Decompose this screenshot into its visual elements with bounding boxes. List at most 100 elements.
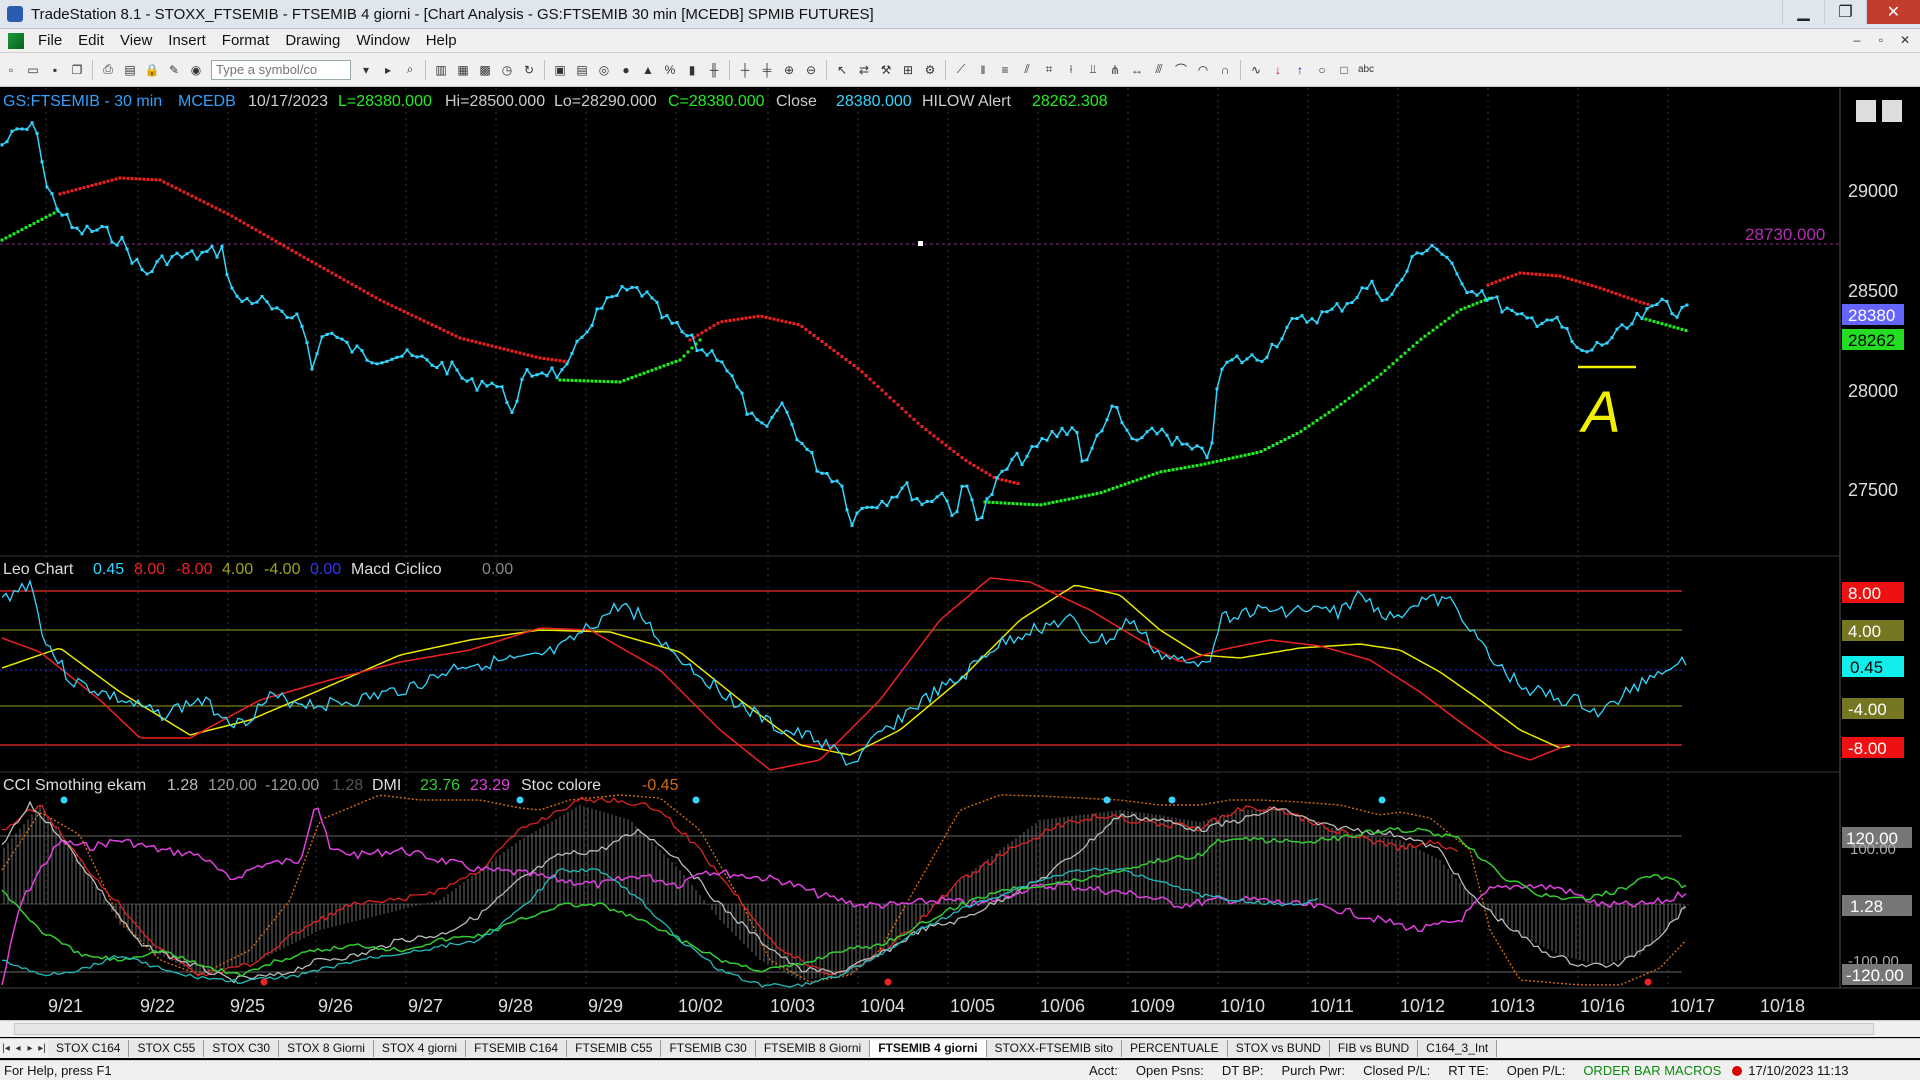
tools-icon[interactable]: ⚒: [877, 61, 895, 79]
color-icon[interactable]: ◉: [187, 61, 205, 79]
close-button[interactable]: ✕: [1866, 0, 1920, 24]
arrow-left-right-icon[interactable]: ↔: [1128, 61, 1146, 79]
zoom-in-icon[interactable]: ⊕: [780, 61, 798, 79]
panel-minimize-button[interactable]: [1856, 100, 1876, 122]
trade-icon[interactable]: ⇄: [855, 61, 873, 79]
pointer-icon[interactable]: ↖: [833, 61, 851, 79]
matrix-icon[interactable]: ▤: [573, 61, 591, 79]
tab-last-icon[interactable]: ▸|: [36, 1043, 48, 1054]
alert-icon[interactable]: ▲: [639, 61, 657, 79]
settings-icon[interactable]: ⚙: [921, 61, 939, 79]
tab-ftsemib-8-giorni[interactable]: FTSEMIB 8 Giorni: [755, 1040, 871, 1057]
search-icon[interactable]: ⌕: [401, 61, 419, 79]
horizontal-lines-icon[interactable]: ≡: [996, 61, 1014, 79]
chevron-down-icon[interactable]: ▾: [357, 61, 375, 79]
menu-insert[interactable]: Insert: [160, 32, 214, 49]
tab-c164-3-int[interactable]: C164_3_Int: [1418, 1040, 1498, 1057]
open-icon[interactable]: ▭: [24, 61, 42, 79]
percent-icon[interactable]: %: [661, 61, 679, 79]
speed-icon[interactable]: ⫫: [1084, 61, 1102, 79]
dot-icon[interactable]: ●: [617, 61, 635, 79]
arc-icon[interactable]: ⌒: [1172, 61, 1190, 79]
radar-icon[interactable]: ◎: [595, 61, 613, 79]
tab-percentuale[interactable]: PERCENTUALE: [1122, 1040, 1228, 1057]
mdi-minimize-button[interactable]: –: [1846, 31, 1868, 49]
cross-icon[interactable]: ┼: [736, 61, 754, 79]
mdi-close-button[interactable]: ✕: [1894, 31, 1916, 49]
indicator-icon[interactable]: ⊞: [899, 61, 917, 79]
horizontal-scrollbar[interactable]: [0, 1020, 1920, 1037]
menu-window[interactable]: Window: [348, 32, 417, 49]
date-axis-label: 10/02: [678, 996, 723, 1016]
copy-icon[interactable]: ❐: [68, 61, 86, 79]
menu-view[interactable]: View: [112, 32, 160, 49]
symbol-input[interactable]: [211, 59, 351, 80]
tab-ftsemib-c55[interactable]: FTSEMIB C55: [567, 1040, 662, 1057]
menu-drawing[interactable]: Drawing: [277, 32, 348, 49]
freehand-icon[interactable]: ∿: [1247, 61, 1265, 79]
text-icon[interactable]: abc: [1357, 61, 1375, 79]
date-axis-label: 10/03: [770, 996, 815, 1016]
new-icon[interactable]: ▫: [2, 61, 20, 79]
chart-svg[interactable]: A GS:FTSEMIB - 30 min MCEDB 10/17/2023 L…: [0, 88, 1920, 1020]
status-macros[interactable]: ORDER BAR MACROS: [1574, 1063, 1730, 1078]
chart-icon[interactable]: ▮: [683, 61, 701, 79]
mdi-restore-button[interactable]: ▫: [1870, 31, 1892, 49]
trendline-icon[interactable]: ⟋: [952, 61, 970, 79]
zoom-out-icon[interactable]: ⊖: [802, 61, 820, 79]
tab-stox-c55[interactable]: STOX C55: [129, 1040, 205, 1057]
rectangle-icon[interactable]: □: [1335, 61, 1353, 79]
menu-format[interactable]: Format: [214, 32, 278, 49]
gann-icon[interactable]: ⟊: [1062, 61, 1080, 79]
cycles-icon[interactable]: ∩: [1216, 61, 1234, 79]
chart-area[interactable]: A GS:FTSEMIB - 30 min MCEDB 10/17/2023 L…: [0, 88, 1920, 1020]
grid-icon[interactable]: ▩: [476, 61, 494, 79]
tab-stox-c30[interactable]: STOX C30: [204, 1040, 280, 1057]
arcs-icon[interactable]: ◠: [1194, 61, 1212, 79]
tab-stox-8-giorni[interactable]: STOX 8 Giorni: [279, 1040, 374, 1057]
tab-ftsemib-4-giorni[interactable]: FTSEMIB 4 giorni: [870, 1040, 987, 1057]
candles-icon[interactable]: ╫: [705, 61, 723, 79]
tab-stox-c164[interactable]: STOX C164: [48, 1040, 130, 1057]
tab-ftsemib-c164[interactable]: FTSEMIB C164: [466, 1040, 568, 1057]
tab-prev-icon[interactable]: ◂: [12, 1043, 24, 1054]
panel-restore-button[interactable]: [1882, 100, 1902, 122]
tab-stox-4-giorni[interactable]: STOX 4 giorni: [373, 1040, 467, 1057]
tab-first-icon[interactable]: |◂: [0, 1043, 12, 1054]
refresh-icon[interactable]: ↻: [520, 61, 538, 79]
save-icon[interactable]: ▪: [46, 61, 64, 79]
window-icon[interactable]: ▦: [454, 61, 472, 79]
status-acct: Acct:: [1089, 1063, 1118, 1078]
tab-next-icon[interactable]: ▸: [24, 1043, 36, 1054]
andrews-icon[interactable]: ⋔: [1106, 61, 1124, 79]
insert-icon[interactable]: ▤: [121, 61, 139, 79]
scanner-icon[interactable]: ▣: [551, 61, 569, 79]
restore-button[interactable]: ❐: [1824, 0, 1866, 24]
bar-chart-icon[interactable]: ▥: [432, 61, 450, 79]
annotation-label[interactable]: A: [1579, 380, 1621, 445]
tab-ftsemib-c30[interactable]: FTSEMIB C30: [661, 1040, 756, 1057]
menu-help[interactable]: Help: [418, 32, 465, 49]
arrow-down-icon[interactable]: ↓: [1269, 61, 1287, 79]
channel-icon[interactable]: ⫽: [1018, 61, 1036, 79]
document-icon[interactable]: [8, 32, 24, 49]
ellipse-icon[interactable]: ○: [1313, 61, 1331, 79]
menu-edit[interactable]: Edit: [70, 32, 112, 49]
time-grid: [45, 88, 1669, 988]
tab-stoxx-ftsemib-sito[interactable]: STOXX-FTSEMIB sito: [986, 1040, 1122, 1057]
draw-icon[interactable]: ✎: [165, 61, 183, 79]
arrow-right-icon[interactable]: ▸: [379, 61, 397, 79]
clock-icon[interactable]: ◷: [498, 61, 516, 79]
print-icon[interactable]: ⎙: [99, 61, 117, 79]
arrow-up-icon[interactable]: ↑: [1291, 61, 1309, 79]
scrollbar-thumb[interactable]: [14, 1023, 1874, 1035]
tab-stox-vs-bund[interactable]: STOX vs BUND: [1227, 1040, 1330, 1057]
fib-icon[interactable]: ⌗: [1040, 61, 1058, 79]
bars-icon[interactable]: ╪: [758, 61, 776, 79]
parallel-icon[interactable]: ⫻: [1150, 61, 1168, 79]
lock-icon[interactable]: 🔒: [143, 61, 161, 79]
menu-file[interactable]: File: [30, 32, 70, 49]
minimize-button[interactable]: ▁: [1782, 0, 1824, 24]
vertical-lines-icon[interactable]: ‖: [974, 61, 992, 79]
tab-fib-vs-bund[interactable]: FIB vs BUND: [1329, 1040, 1419, 1057]
